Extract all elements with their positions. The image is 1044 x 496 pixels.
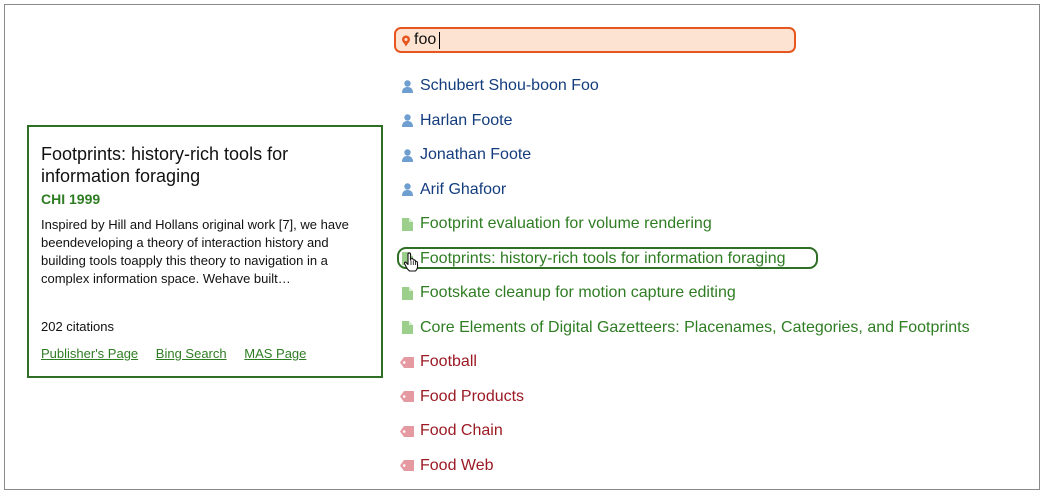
suggestion-label: Core Elements of Digital Gazetteers: Pla… — [420, 318, 970, 336]
suggestion-label: Harlan Foote — [420, 111, 513, 129]
document-icon — [400, 320, 414, 336]
suggestion-label: Arif Ghafoor — [420, 180, 507, 198]
suggestion-item-topic[interactable]: Food Chain — [395, 414, 970, 449]
person-icon — [400, 182, 414, 198]
mas-page-link[interactable]: MAS Page — [244, 346, 306, 361]
search-box[interactable] — [394, 27, 796, 53]
hand-cursor-icon — [403, 251, 419, 272]
document-icon — [400, 285, 414, 301]
suggestion-list: Schubert Shou-boon Foo Harlan Foote Jona… — [395, 69, 970, 483]
suggestion-item-person[interactable]: Schubert Shou-boon Foo — [395, 69, 970, 104]
suggestion-label: Footprint evaluation for volume renderin… — [420, 215, 712, 233]
suggestion-item-person[interactable]: Arif Ghafoor — [395, 173, 970, 208]
person-icon — [400, 113, 414, 129]
paper-detail-card: Footprints: history-rich tools for infor… — [27, 125, 383, 378]
suggestion-item-topic[interactable]: Football — [395, 345, 970, 380]
suggestion-label: Footprints: history-rich tools for infor… — [420, 249, 786, 267]
paper-venue: CHI 1999 — [41, 191, 101, 207]
suggestion-label: Footskate cleanup for motion capture edi… — [420, 284, 736, 302]
suggestion-item-paper-highlighted[interactable]: Footprints: history-rich tools for infor… — [395, 242, 970, 277]
paper-title: Footprints: history-rich tools for infor… — [41, 144, 289, 186]
document-icon — [400, 216, 414, 232]
paper-abstract: Inspired by Hill and Hollans original wo… — [41, 217, 349, 286]
suggestion-item-topic[interactable]: Food Web — [395, 449, 970, 484]
card-links: Publisher's Page Bing Search MAS Page — [41, 346, 320, 361]
suggestion-item-paper[interactable]: Footskate cleanup for motion capture edi… — [395, 276, 970, 311]
publishers-page-link[interactable]: Publisher's Page — [41, 346, 138, 361]
search-input[interactable] — [414, 29, 784, 51]
suggestion-label: Food Web — [420, 456, 494, 474]
location-pin-icon — [402, 35, 410, 47]
suggestion-item-paper[interactable]: Footprint evaluation for volume renderin… — [395, 207, 970, 242]
tag-icon — [400, 389, 414, 405]
tag-icon — [400, 423, 414, 439]
tag-icon — [400, 354, 414, 370]
person-icon — [400, 147, 414, 163]
suggestion-label: Jonathan Foote — [420, 146, 532, 164]
suggestion-label: Football — [420, 353, 477, 371]
suggestion-label: Schubert Shou-boon Foo — [420, 77, 599, 95]
suggestion-item-person[interactable]: Jonathan Foote — [395, 138, 970, 173]
citation-count: 202 citations — [41, 319, 114, 334]
suggestion-label: Food Chain — [420, 422, 503, 440]
suggestion-item-topic[interactable]: Food Products — [395, 380, 970, 415]
suggestion-item-person[interactable]: Harlan Foote — [395, 104, 970, 139]
suggestion-item-paper[interactable]: Core Elements of Digital Gazetteers: Pla… — [395, 311, 970, 346]
person-icon — [400, 78, 414, 94]
text-caret — [439, 32, 440, 49]
suggestion-label: Food Products — [420, 387, 525, 405]
tag-icon — [400, 458, 414, 474]
bing-search-link[interactable]: Bing Search — [156, 346, 227, 361]
